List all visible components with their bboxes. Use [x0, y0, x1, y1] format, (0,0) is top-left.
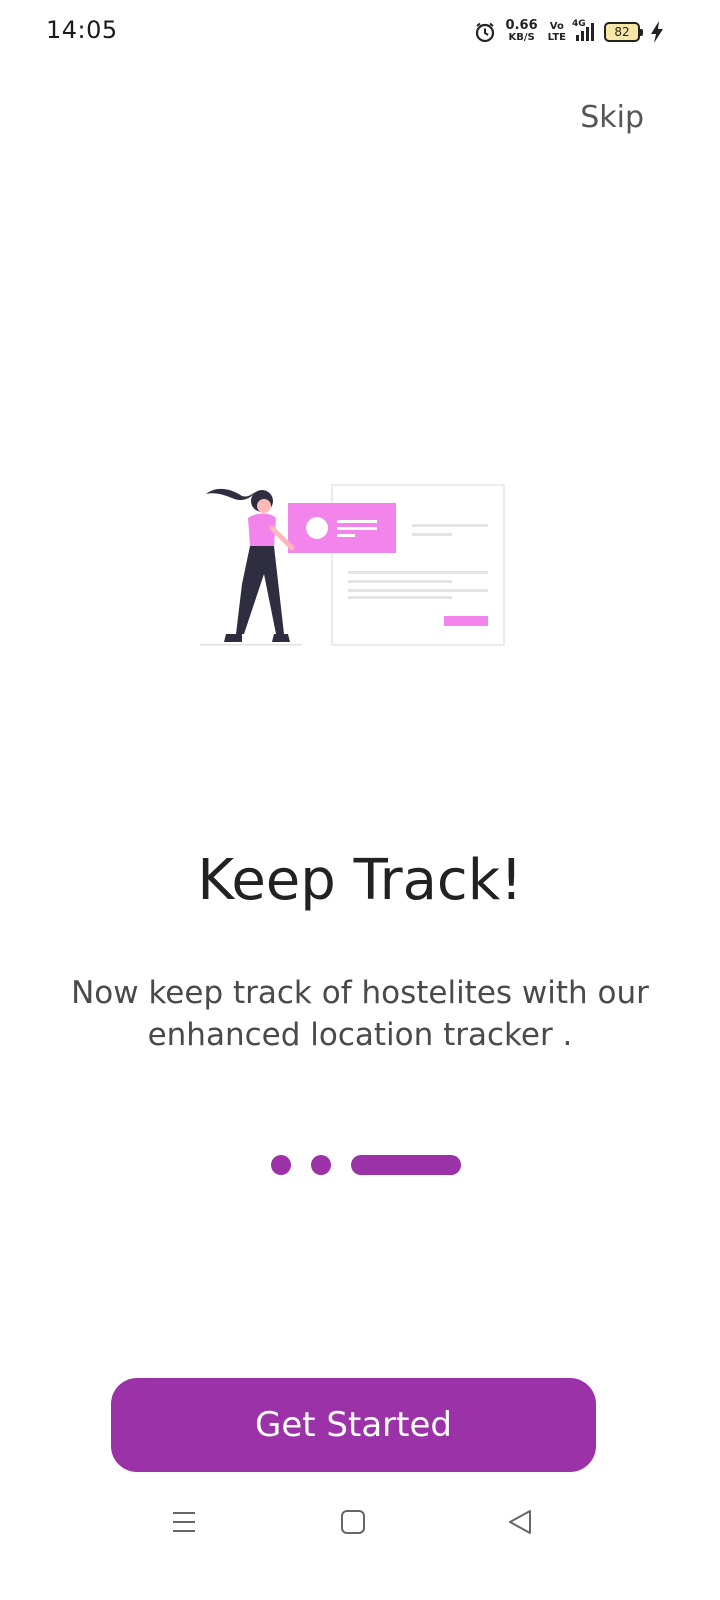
network-speed: 0.66 KB/S: [505, 18, 538, 44]
charging-bolt-icon: [650, 21, 664, 43]
page-dot-3-active[interactable]: [351, 1155, 461, 1175]
network-type: 4G: [572, 19, 586, 29]
get-started-button[interactable]: Get Started: [111, 1378, 596, 1472]
menu-icon[interactable]: [170, 1508, 198, 1536]
page-dot-2[interactable]: [311, 1155, 331, 1175]
volte-indicator: Vo LTE: [548, 21, 566, 43]
signal-icon: 4G: [572, 19, 594, 41]
page-indicator: [0, 1155, 720, 1175]
network-speed-unit: KB/S: [508, 32, 535, 43]
home-icon[interactable]: [339, 1508, 367, 1536]
volte-top: Vo: [549, 21, 564, 32]
onboarding-description: Now keep track of hostelites with our en…: [71, 975, 649, 1053]
onboarding-illustration: [200, 484, 506, 648]
battery-level: 82: [614, 25, 630, 39]
system-nav-bar: [0, 1488, 720, 1568]
skip-button[interactable]: Skip: [580, 100, 644, 135]
battery-icon: 82: [604, 22, 643, 42]
status-bar: 14:05 0.66 KB/S Vo LTE 4G 82: [0, 0, 720, 64]
status-icons: 0.66 KB/S Vo LTE 4G 82: [474, 18, 664, 46]
onboarding-title: Keep Track!: [197, 848, 523, 913]
alarm-icon: [474, 21, 496, 43]
volte-bottom: LTE: [547, 32, 566, 43]
onboarding-screen: 14:05 0.66 KB/S Vo LTE 4G 82 Skip Keep T…: [0, 0, 720, 1600]
network-speed-value: 0.66: [505, 18, 538, 33]
back-icon[interactable]: [506, 1508, 534, 1536]
page-dot-1[interactable]: [271, 1155, 291, 1175]
status-time: 14:05: [46, 16, 118, 44]
